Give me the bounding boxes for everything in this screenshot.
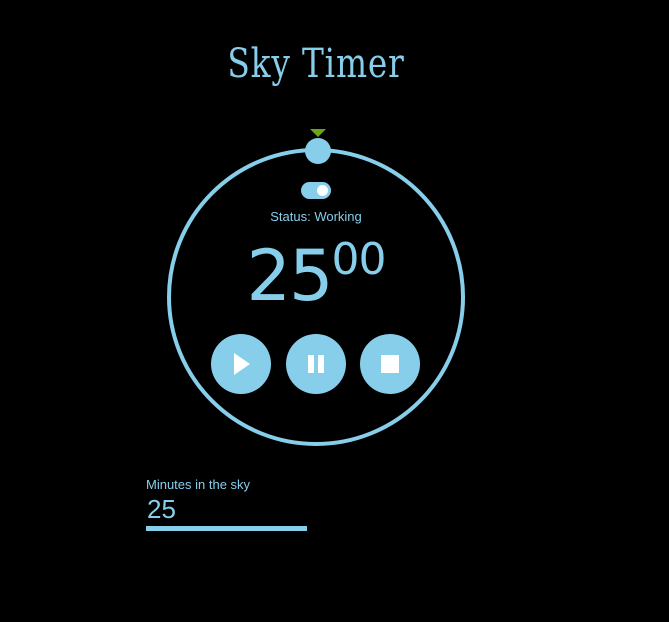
toggle-knob [317, 185, 328, 196]
play-icon [234, 353, 250, 375]
sky-timer-page: Sky Timer Status: Working 2500 Minutes i… [0, 0, 669, 622]
time-seconds: 00 [331, 234, 387, 285]
progress-knob[interactable] [305, 138, 331, 164]
time-minutes: 25 [246, 235, 333, 317]
page-title: Sky Timer [227, 41, 405, 87]
play-button[interactable] [211, 334, 271, 394]
stop-button[interactable] [360, 334, 420, 394]
pause-icon [308, 355, 324, 373]
time-display: 2500 [216, 234, 416, 317]
status-text: Status: Working [270, 209, 362, 224]
mode-toggle[interactable] [301, 182, 331, 199]
progress-handle[interactable] [303, 126, 333, 166]
stop-icon [381, 355, 399, 373]
minutes-label: Minutes in the sky [146, 477, 251, 492]
pause-button[interactable] [286, 334, 346, 394]
marker-triangle-icon [310, 129, 326, 137]
minutes-input[interactable] [146, 492, 307, 531]
